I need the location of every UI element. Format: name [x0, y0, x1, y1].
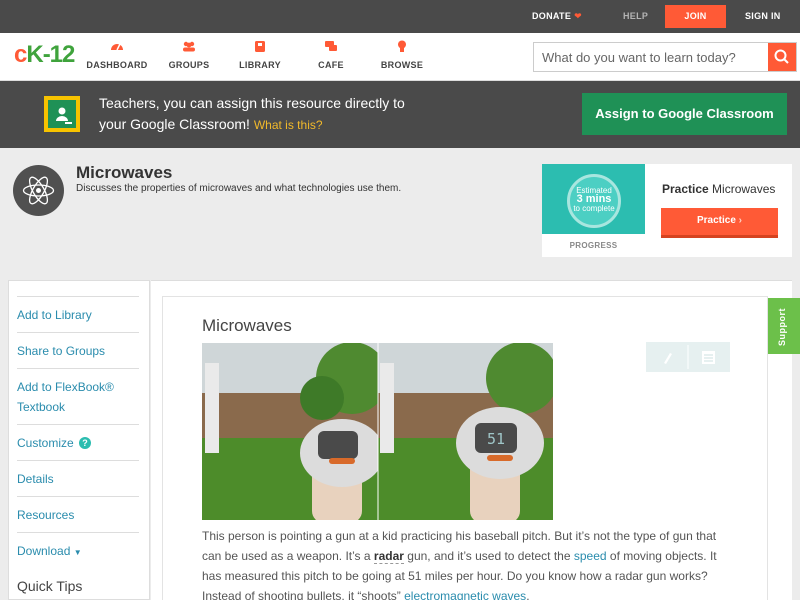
nav-browse[interactable]: BROWSE	[367, 39, 437, 70]
banner-line-2: your Google Classroom!	[99, 116, 250, 132]
search-icon	[774, 49, 789, 64]
para-text-4: .	[526, 589, 530, 600]
sidebar-resources[interactable]: Resources	[17, 496, 139, 532]
donate-label: DONATE	[532, 11, 572, 21]
support-label: Support	[777, 308, 787, 346]
join-button[interactable]: JOIN	[665, 5, 726, 28]
notes-icon[interactable]	[702, 351, 715, 364]
logo-c: c	[14, 41, 27, 68]
lightbulb-icon	[398, 40, 406, 52]
vocab-radar[interactable]: radar	[373, 549, 404, 564]
content-tools	[646, 342, 730, 372]
add-to-flexbook-label: Add to FlexBook®	[17, 380, 114, 394]
nav-dashboard-label: DASHBOARD	[86, 60, 148, 70]
nav-groups[interactable]: GROUPS	[154, 39, 224, 70]
heart-icon: ❤	[574, 11, 582, 21]
library-icon	[255, 41, 265, 52]
banner-line-1: Teachers, you can assign this resource d…	[99, 95, 405, 111]
chevron-right-icon: ›	[738, 215, 743, 226]
link-electromagnetic-waves[interactable]: electromagnetic waves	[404, 589, 526, 600]
quick-tips-heading: Quick Tips	[17, 578, 83, 594]
customize-label: Customize	[17, 436, 74, 450]
google-classroom-banner: Teachers, you can assign this resource d…	[0, 81, 800, 148]
nav-cafe-label: CAFE	[318, 60, 344, 70]
nav-library-label: LIBRARY	[239, 60, 281, 70]
sign-in-link[interactable]: SIGN IN	[745, 11, 781, 21]
sidebar-customize[interactable]: Customize ?	[17, 424, 139, 460]
nav-groups-label: GROUPS	[168, 60, 210, 70]
estimated-time-badge: Estimated 3 mins to complete	[567, 174, 621, 228]
progress-graphic: Estimated 3 mins to complete	[542, 164, 645, 234]
search-box	[533, 42, 797, 72]
what-is-this-link[interactable]: What is this?	[254, 118, 323, 132]
practice-title-rest: Microwaves	[712, 182, 776, 196]
sidebar-add-to-library[interactable]: Add to Library	[17, 296, 139, 332]
banner-text: Teachers, you can assign this resource d…	[99, 93, 405, 136]
practice-card: Estimated 3 mins to complete PROGRESS Pr…	[542, 164, 792, 257]
sidebar-share-to-groups[interactable]: Share to Groups	[17, 332, 139, 368]
assign-google-classroom-button[interactable]: Assign to Google Classroom	[582, 93, 787, 135]
main-content: Microwaves 51 This person is pointing a …	[151, 280, 792, 600]
nav-dashboard[interactable]: DASHBOARD	[82, 39, 152, 70]
content-title: Microwaves	[202, 316, 292, 335]
download-label: Download	[17, 544, 71, 558]
caret-down-icon: ▼	[73, 548, 82, 557]
sidebar-download[interactable]: Download ▼	[17, 532, 139, 568]
sidebar-add-to-flexbook[interactable]: Add to FlexBook® Textbook	[17, 368, 139, 424]
support-tab[interactable]: Support	[768, 298, 800, 354]
nav-browse-label: BROWSE	[380, 60, 424, 70]
google-classroom-icon	[44, 96, 80, 132]
search-input[interactable]	[534, 43, 768, 71]
practice-title-bold: Practice	[662, 182, 709, 196]
search-button[interactable]	[768, 43, 796, 71]
practice-title: Practice Microwaves	[662, 182, 775, 196]
content-paragraph: This person is pointing a gun at a kid p…	[202, 526, 722, 600]
radar-gun-photo: 51	[202, 343, 553, 520]
to-complete-label: to complete	[573, 204, 615, 213]
nav-cafe[interactable]: CAFE	[296, 39, 366, 70]
progress-label: PROGRESS	[569, 241, 618, 250]
cafe-icon	[325, 41, 337, 51]
groups-icon	[183, 41, 195, 52]
atom-icon	[13, 165, 64, 216]
practice-button-label: Practice	[696, 215, 736, 226]
concept-description: Discusses the properties of microwaves a…	[76, 183, 402, 194]
help-icon[interactable]: ?	[79, 437, 92, 449]
dashboard-icon	[111, 43, 123, 51]
main-nav: cK-12 DASHBOARD GROUPS LIBRARY CAFE BROW…	[0, 33, 800, 81]
para-text-2: gun, and it’s used to detect the	[407, 549, 571, 563]
textbook-label: Textbook	[17, 400, 66, 414]
sidebar-details[interactable]: Details	[17, 460, 139, 496]
pencil-icon[interactable]	[664, 353, 672, 364]
logo-k12: K-12	[26, 41, 75, 68]
ck12-logo[interactable]: cK-12	[14, 41, 75, 69]
donate-link[interactable]: DONATE ❤	[532, 11, 582, 22]
top-bar: DONATE ❤ HELP JOIN SIGN IN	[0, 0, 800, 33]
nav-library[interactable]: LIBRARY	[225, 39, 295, 70]
concept-title: Microwaves	[76, 163, 173, 182]
practice-button[interactable]: Practice ›	[661, 208, 778, 238]
radar-gun-reading: 51	[487, 430, 505, 448]
link-speed[interactable]: speed	[574, 549, 607, 563]
help-link[interactable]: HELP	[623, 11, 648, 21]
sidebar: Add to Library Share to Groups Add to Fl…	[8, 280, 150, 600]
